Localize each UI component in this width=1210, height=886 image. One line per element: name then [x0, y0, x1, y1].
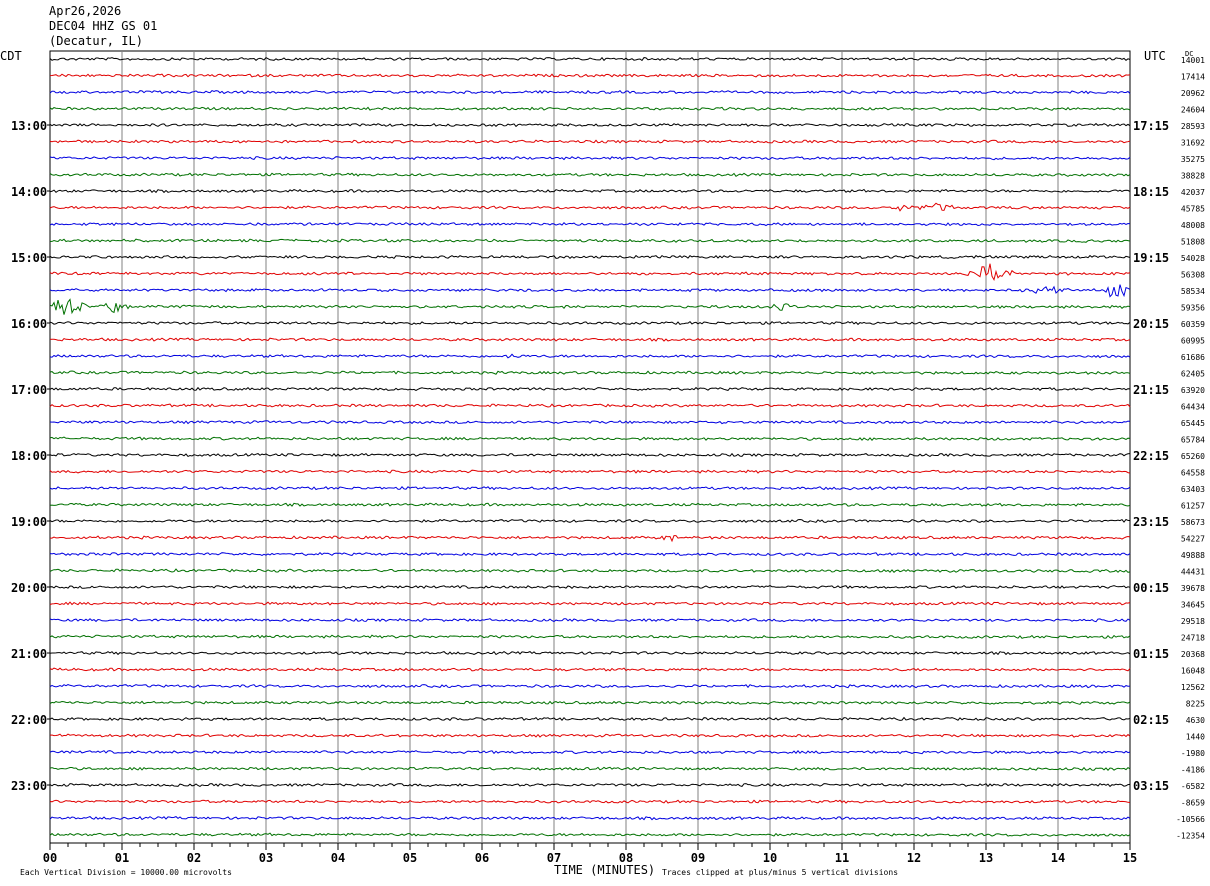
right-hour-label: 01:15 [1133, 647, 1169, 661]
left-hour-label: 17:00 [11, 383, 47, 397]
right-hour-label: 22:15 [1133, 449, 1169, 463]
x-tick-label: 04 [331, 851, 345, 865]
dc-offset-label: 65445 [1181, 419, 1205, 428]
dc-offset-label: 58534 [1181, 287, 1205, 296]
left-hour-label: 22:00 [11, 713, 47, 727]
dc-offset-column: 1400117414209622460428593316923527538828… [1176, 56, 1205, 841]
x-tick-label: 14 [1051, 851, 1065, 865]
dc-offset-label: 16048 [1181, 667, 1205, 676]
left-hour-label: 21:00 [11, 647, 47, 661]
dc-offset-label: 29518 [1181, 617, 1205, 626]
dc-offset-label: 54028 [1181, 254, 1205, 263]
clipping-note: Traces clipped at plus/minus 5 vertical … [662, 868, 898, 877]
dc-offset-label: -12354 [1176, 832, 1205, 841]
left-hour-label: 23:00 [11, 779, 47, 793]
left-hour-label: 13:00 [11, 119, 47, 133]
right-hour-label: 02:15 [1133, 713, 1169, 727]
dc-offset-label: 44431 [1181, 568, 1205, 577]
dc-offset-label: 38828 [1181, 172, 1205, 181]
left-hour-label: 18:00 [11, 449, 47, 463]
right-hour-label: 20:15 [1133, 317, 1169, 331]
x-axis: 00 01 02 03 04 05 06 07 08 09 10 11 12 13 14 15 [43, 843, 1137, 865]
dc-offset-label: 65784 [1181, 436, 1205, 445]
x-tick-label: 10 [763, 851, 777, 865]
dc-offset-label: 64558 [1181, 469, 1205, 478]
plot-frame [49, 50, 1131, 844]
dc-offset-label: 20962 [1181, 89, 1205, 98]
left-hour-label: 19:00 [11, 515, 47, 529]
left-hour-label: 14:00 [11, 185, 47, 199]
dc-offset-label: 62405 [1181, 370, 1205, 379]
right-hour-label: 03:15 [1133, 779, 1169, 793]
x-tick-label: 12 [907, 851, 921, 865]
dc-offset-label: 51808 [1181, 238, 1205, 247]
x-tick-label: 02 [187, 851, 201, 865]
left-hour-axis: 13:00 14:00 15:00 16:00 17:00 18:00 19:00 20:00… [11, 119, 50, 793]
dc-offset-label: 58673 [1181, 518, 1205, 527]
dc-offset-label: 24718 [1181, 634, 1205, 643]
dc-offset-label: 31692 [1181, 139, 1205, 148]
x-tick-label: 11 [835, 851, 849, 865]
dc-offset-label: 48008 [1181, 221, 1205, 230]
dc-offset-label: 65260 [1181, 452, 1205, 461]
dc-offset-label: 61686 [1181, 353, 1205, 362]
dc-offset-label: 34645 [1181, 601, 1205, 610]
x-axis-title: TIME (MINUTES) [554, 863, 655, 877]
dc-offset-label: 42037 [1181, 188, 1205, 197]
right-hour-label: 18:15 [1133, 185, 1169, 199]
division-scale-note: Each Vertical Division = 10000.00 microv… [20, 868, 232, 877]
dc-offset-label: 64434 [1181, 403, 1205, 412]
right-hour-axis: 17:15 18:15 19:15 20:15 21:15 22:15 23:15 00:15… [1133, 119, 1169, 793]
left-hour-label: 20:00 [11, 581, 47, 595]
left-timezone-label: CDT [0, 49, 22, 63]
right-hour-label: 17:15 [1133, 119, 1169, 133]
dc-offset-label: 54227 [1181, 535, 1205, 544]
dc-offset-label: 61257 [1181, 502, 1205, 511]
dc-offset-label: 63920 [1181, 386, 1205, 395]
dc-offset-label: 49888 [1181, 551, 1205, 560]
dc-offset-label: 60359 [1181, 320, 1205, 329]
dc-offset-label: 17414 [1181, 73, 1205, 82]
dc-offset-label: 63403 [1181, 485, 1205, 494]
dc-offset-label: 56308 [1181, 271, 1205, 280]
right-hour-label: 23:15 [1133, 515, 1169, 529]
dc-offset-label: 24604 [1181, 106, 1205, 115]
right-hour-label: 00:15 [1133, 581, 1169, 595]
right-timezone-label: UTC [1144, 49, 1166, 63]
dc-offset-label: -1980 [1181, 749, 1205, 758]
x-tick-label: 13 [979, 851, 993, 865]
dc-offset-label: 12562 [1181, 683, 1205, 692]
x-tick-label: 15 [1123, 851, 1137, 865]
dc-offset-label: 20368 [1181, 650, 1205, 659]
x-tick-label: 00 [43, 851, 57, 865]
dc-offset-label: 39678 [1181, 584, 1205, 593]
x-tick-label: 05 [403, 851, 417, 865]
dc-offset-label: -6582 [1181, 782, 1205, 791]
dc-offset-label: 45785 [1181, 205, 1205, 214]
right-hour-label: 19:15 [1133, 251, 1169, 265]
dc-offset-label: 28593 [1181, 122, 1205, 131]
x-tick-label: 09 [691, 851, 705, 865]
dc-header-label: DC [1185, 50, 1193, 58]
x-tick-label: 01 [115, 851, 129, 865]
dc-offset-label: 1440 [1186, 733, 1205, 742]
x-tick-label: 06 [475, 851, 489, 865]
dc-offset-label: -8659 [1181, 799, 1205, 808]
x-tick-label: 03 [259, 851, 273, 865]
left-hour-label: 15:00 [11, 251, 47, 265]
helicorder-plot: 13:00 14:00 15:00 16:00 17:00 18:00 19:00 20:00… [0, 49, 1205, 877]
dc-offset-label: -10566 [1176, 815, 1205, 824]
dc-offset-label: 59356 [1181, 304, 1205, 313]
dc-offset-label: 8225 [1186, 700, 1205, 709]
dc-offset-label: 4630 [1186, 716, 1205, 725]
dc-offset-label: -4186 [1181, 766, 1205, 775]
dc-offset-label: 60995 [1181, 337, 1205, 346]
dc-offset-label: 35275 [1181, 155, 1205, 164]
right-hour-label: 21:15 [1133, 383, 1169, 397]
left-hour-label: 16:00 [11, 317, 47, 331]
